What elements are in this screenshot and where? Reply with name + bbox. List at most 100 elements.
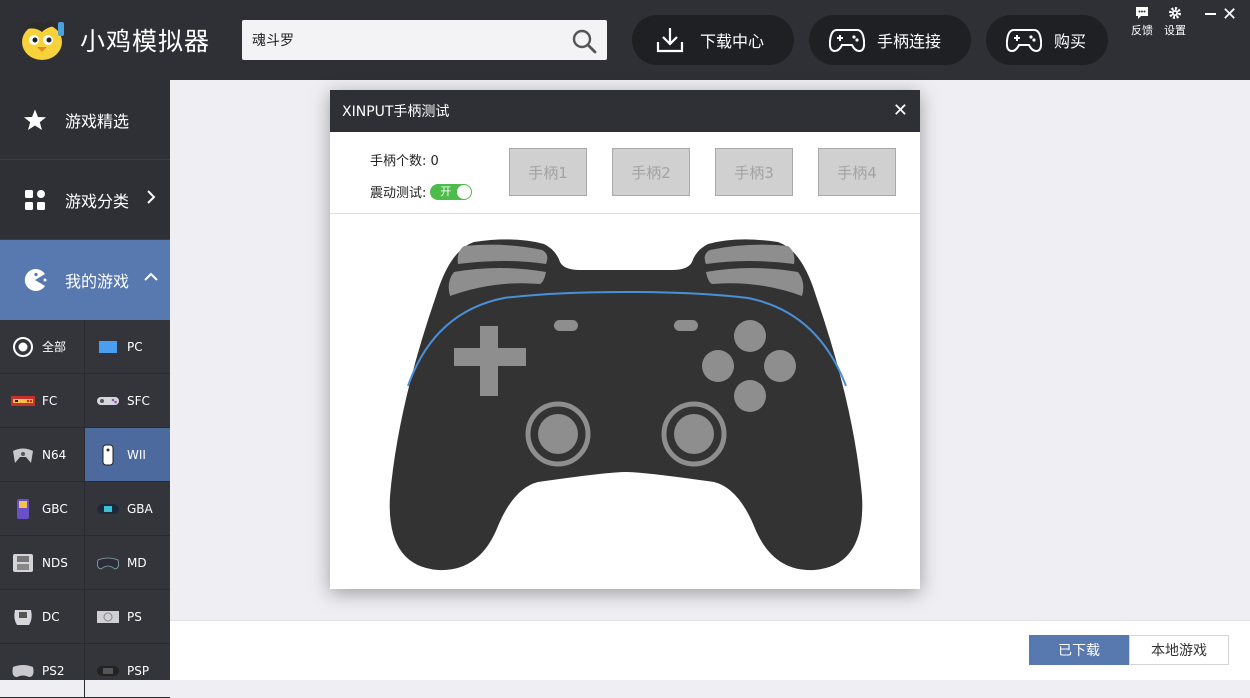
select-button	[554, 320, 578, 331]
pad-3-button[interactable]: 手柄3	[715, 148, 793, 196]
pad-1-button[interactable]: 手柄1	[509, 148, 587, 196]
start-button	[674, 320, 698, 331]
psp-icon	[95, 660, 121, 682]
buy-button[interactable]: 购买	[986, 15, 1108, 65]
platform-label: GBC	[42, 501, 68, 516]
platform-label: PC	[127, 339, 143, 354]
dialog-header: XINPUT手柄测试 ✕	[330, 90, 920, 132]
minimize-button[interactable]	[1205, 13, 1216, 15]
nav-my-games[interactable]: 我的游戏	[0, 240, 170, 320]
platform-label: PSP	[127, 663, 150, 678]
dc-icon	[10, 606, 36, 628]
vibration-toggle[interactable]: 开	[430, 183, 473, 200]
platform-label: PS	[127, 609, 142, 624]
pc-icon	[95, 336, 121, 358]
platform-ps[interactable]: PS	[85, 590, 170, 644]
pacman-icon	[23, 268, 47, 292]
vibration-label: 震动测试:	[370, 186, 427, 201]
platform-fc[interactable]: FC	[0, 374, 85, 428]
platform-label: FC	[42, 393, 58, 408]
nav-featured-label: 游戏精选	[65, 111, 130, 131]
dialog-divider	[330, 213, 920, 214]
platform-label: N64	[42, 447, 67, 462]
platform-nds[interactable]: NDS	[0, 536, 85, 590]
face-button-right	[764, 350, 796, 382]
gear-icon	[1169, 7, 1181, 19]
app-title: 小鸡模拟器	[80, 27, 211, 56]
feedback-label: 反馈	[1131, 24, 1153, 37]
face-button-bottom	[734, 380, 766, 412]
feedback-icon	[1136, 7, 1148, 19]
toggle-knob	[457, 184, 472, 199]
nds-icon	[10, 552, 36, 574]
platform-gbc[interactable]: GBC	[0, 482, 85, 536]
settings-label: 设置	[1164, 24, 1186, 37]
dialog-close-button[interactable]: ✕	[893, 100, 908, 121]
chevron-right-icon	[147, 190, 156, 204]
platform-sfc[interactable]: SFC	[85, 374, 170, 428]
search-icon[interactable]	[571, 28, 597, 54]
platform-label: PS2	[42, 663, 65, 678]
face-button-left	[702, 350, 734, 382]
download-center-button[interactable]: 下载中心	[632, 15, 794, 65]
download-center-label: 下载中心	[700, 32, 765, 51]
left-stick	[538, 414, 578, 454]
controller-count: 手柄个数: 0	[370, 154, 439, 169]
dialog-title: XINPUT手柄测试	[342, 104, 450, 120]
controller-connect-label: 手柄连接	[877, 32, 942, 51]
pad-2-button[interactable]: 手柄2	[612, 148, 690, 196]
gamepad-icon	[827, 25, 867, 55]
nav-categories[interactable]: 游戏分类	[0, 160, 170, 240]
platform-n64[interactable]: N64	[0, 428, 85, 482]
pad-4-button[interactable]: 手柄4	[818, 148, 896, 196]
platform-ps2[interactable]: PS2	[0, 644, 85, 698]
search-input[interactable]	[252, 20, 552, 60]
chevron-up-icon	[144, 272, 158, 281]
settings-button[interactable]: 设置	[1160, 6, 1190, 38]
platform-dc[interactable]: DC	[0, 590, 85, 644]
platform-label: 全部	[42, 340, 67, 354]
md-icon	[95, 552, 121, 574]
ps-icon	[95, 606, 121, 628]
gba-icon	[95, 498, 121, 520]
gbc-icon	[10, 498, 36, 520]
star-icon	[23, 108, 47, 132]
platform-label: GBA	[127, 501, 153, 516]
xinput-test-dialog: XINPUT手柄测试 ✕ 手柄个数: 0 震动测试: 开 手柄1 手柄2 手柄3…	[330, 90, 920, 589]
right-stick	[674, 414, 714, 454]
ps2-icon	[10, 660, 36, 682]
chick-logo-icon	[22, 21, 64, 60]
n64-icon	[10, 444, 36, 466]
grid-icon	[23, 188, 47, 212]
local-games-tab[interactable]: 本地游戏	[1129, 635, 1229, 665]
platform-pc[interactable]: PC	[85, 320, 170, 374]
gamepad-icon	[1004, 25, 1044, 55]
top-bar: 小鸡模拟器 下载中心 手柄连接 购买 反馈 设置 ✕	[0, 0, 1250, 80]
radio-icon	[10, 336, 36, 358]
sfc-icon	[95, 390, 121, 412]
wii-icon	[95, 444, 121, 466]
face-button-top	[734, 320, 766, 352]
controller-connect-button[interactable]: 手柄连接	[809, 15, 971, 65]
downloaded-tab[interactable]: 已下载	[1029, 635, 1129, 665]
feedback-button[interactable]: 反馈	[1127, 6, 1157, 38]
platform-wii[interactable]: WII	[85, 428, 170, 482]
sidebar: 游戏精选 游戏分类 我的游戏 全部 PC FC SFC N64 WII GBC …	[0, 80, 170, 698]
platform-grid: 全部 PC FC SFC N64 WII GBC GBA NDS MD DC P…	[0, 320, 170, 698]
search-box[interactable]	[242, 20, 607, 60]
platform-label: DC	[42, 609, 60, 624]
platform-md[interactable]: MD	[85, 536, 170, 590]
controller-diagram-icon	[389, 239, 863, 571]
platform-label: NDS	[42, 555, 68, 570]
platform-label: MD	[127, 555, 147, 570]
nav-featured[interactable]: 游戏精选	[0, 80, 170, 160]
buy-label: 购买	[1054, 32, 1087, 51]
platform-gba[interactable]: GBA	[85, 482, 170, 536]
bottom-bar: 已下载 本地游戏	[170, 620, 1250, 680]
fc-icon	[10, 390, 36, 412]
nav-categories-label: 游戏分类	[65, 191, 130, 211]
platform-psp[interactable]: PSP	[85, 644, 170, 698]
platform-all[interactable]: 全部	[0, 320, 85, 374]
close-window-button[interactable]: ✕	[1222, 4, 1237, 25]
nav-my-games-label: 我的游戏	[65, 272, 130, 291]
